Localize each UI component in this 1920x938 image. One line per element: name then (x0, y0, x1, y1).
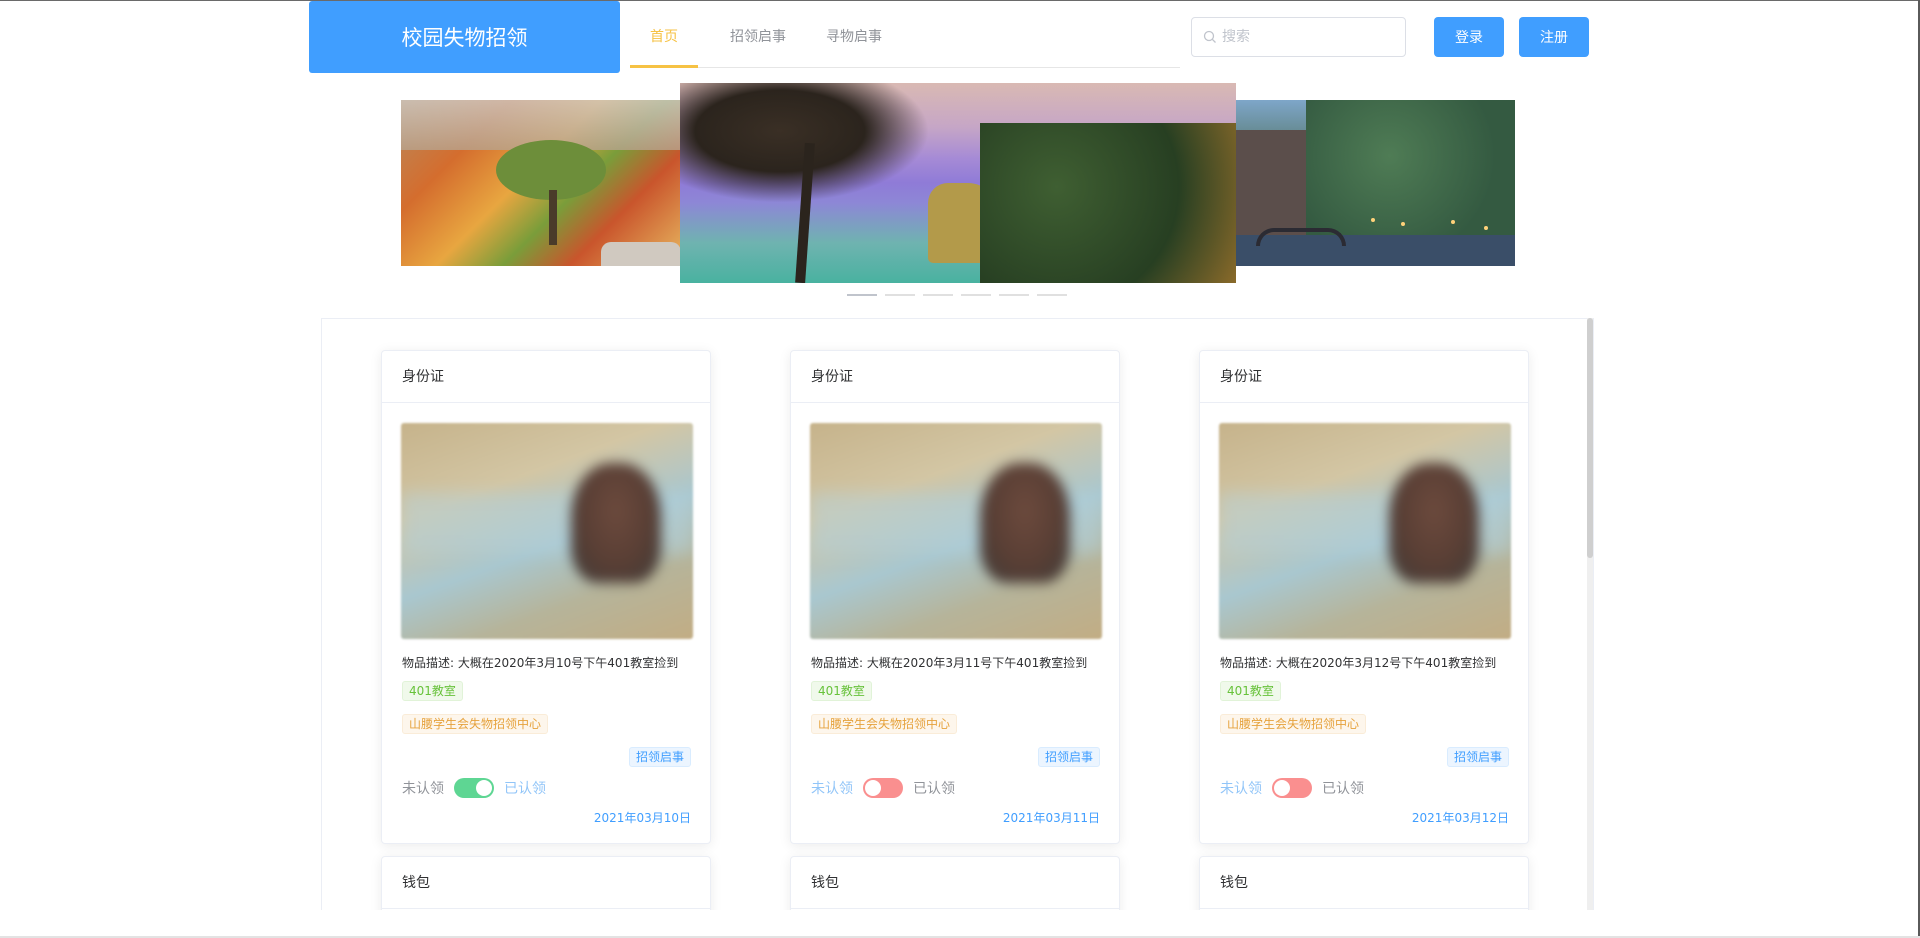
item-description: 物品描述: 大概在2020年3月10号下午401教室捡到 (402, 656, 679, 670)
search-icon (1203, 30, 1216, 43)
main-nav: 首页 招领启事 寻物启事 (630, 1, 1180, 68)
unclaimed-label[interactable]: 未认领 (811, 778, 853, 798)
item-card[interactable]: 钱包 (790, 856, 1120, 910)
notice-type-tag: 招领启事 (628, 747, 691, 767)
claim-toggle[interactable] (454, 778, 494, 798)
item-description: 物品描述: 大概在2020年3月11号下午401教室捡到 (811, 656, 1088, 670)
notice-type-tag: 招领启事 (1446, 747, 1509, 767)
location-tag: 401教室 (402, 681, 463, 701)
notice-type-tag: 招领启事 (1037, 747, 1100, 767)
item-card[interactable]: 身份证 物品描述: 大概在2020年3月12号下午401教室捡到 401教室 山… (1199, 350, 1529, 844)
carousel-indicator[interactable] (923, 294, 953, 296)
unclaimed-label[interactable]: 未认领 (1220, 778, 1262, 798)
card-title: 钱包 (791, 857, 1119, 909)
carousel-slide-autumn[interactable] (401, 100, 680, 266)
nav-item-lost-notices[interactable]: 寻物启事 (806, 1, 902, 68)
card-title: 钱包 (1200, 857, 1528, 909)
location-tag: 401教室 (1220, 681, 1281, 701)
item-card[interactable]: 钱包 (1199, 856, 1529, 910)
carousel-slide-canal[interactable] (1236, 100, 1515, 266)
claim-toggle[interactable] (1272, 778, 1312, 798)
post-date: 2021年03月10日 (593, 811, 691, 825)
card-title: 钱包 (382, 857, 710, 909)
register-button[interactable]: 注册 (1519, 17, 1589, 57)
post-date: 2021年03月12日 (1411, 811, 1509, 825)
carousel-indicator[interactable] (847, 294, 877, 296)
search-box[interactable] (1191, 17, 1406, 57)
nav-item-home[interactable]: 首页 (630, 1, 698, 68)
claim-status-row: 未认领 已认领 (402, 778, 546, 798)
carousel-indicator[interactable] (999, 294, 1029, 296)
login-button[interactable]: 登录 (1434, 17, 1504, 57)
item-card[interactable]: 钱包 (381, 856, 711, 910)
claimed-label[interactable]: 已认领 (504, 778, 546, 798)
contact-tag: 山腰学生会失物招领中心 (1220, 714, 1367, 734)
unclaimed-label[interactable]: 未认领 (402, 778, 444, 798)
item-photo (810, 423, 1102, 639)
contact-tag: 山腰学生会失物招领中心 (402, 714, 549, 734)
carousel-slide-lake[interactable] (680, 83, 1236, 283)
carousel-indicator[interactable] (1037, 294, 1067, 296)
claim-status-row: 未认领 已认领 (811, 778, 955, 798)
nav-item-found-notices[interactable]: 招领启事 (710, 1, 806, 68)
contact-tag: 山腰学生会失物招领中心 (811, 714, 958, 734)
carousel-indicator[interactable] (961, 294, 991, 296)
panel-scrollbar-thumb[interactable] (1587, 318, 1593, 558)
carousel-indicator[interactable] (885, 294, 915, 296)
site-logo[interactable]: 校园失物招领 (309, 1, 620, 73)
item-photo (401, 423, 693, 639)
card-title: 身份证 (382, 351, 710, 403)
item-list-panel: 身份证 物品描述: 大概在2020年3月10号下午401教室捡到 401教室 山… (321, 318, 1594, 910)
item-photo (1219, 423, 1511, 639)
claimed-label[interactable]: 已认领 (913, 778, 955, 798)
location-tag: 401教室 (811, 681, 872, 701)
post-date: 2021年03月11日 (1002, 811, 1100, 825)
search-input[interactable] (1222, 26, 1397, 48)
card-title: 身份证 (1200, 351, 1528, 403)
item-description: 物品描述: 大概在2020年3月12号下午401教室捡到 (1220, 656, 1497, 670)
card-title: 身份证 (791, 351, 1119, 403)
claim-status-row: 未认领 已认领 (1220, 778, 1364, 798)
site-logo-text: 校园失物招领 (401, 26, 528, 50)
claimed-label[interactable]: 已认领 (1322, 778, 1364, 798)
item-card[interactable]: 身份证 物品描述: 大概在2020年3月10号下午401教室捡到 401教室 山… (381, 350, 711, 844)
item-card[interactable]: 身份证 物品描述: 大概在2020年3月11号下午401教室捡到 401教室 山… (790, 350, 1120, 844)
claim-toggle[interactable] (863, 778, 903, 798)
